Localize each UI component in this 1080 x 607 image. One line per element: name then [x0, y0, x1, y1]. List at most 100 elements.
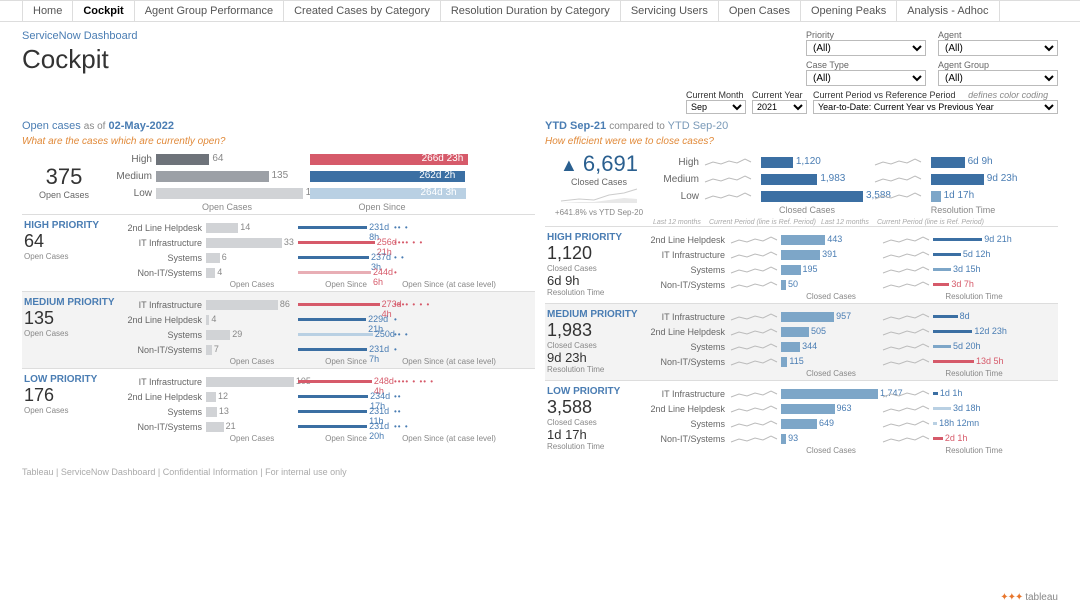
open-cases-panel: Open cases as of 02-May-2022 What are th…: [22, 116, 535, 457]
sparkline: [729, 279, 781, 291]
open-since-dots: • •: [394, 253, 405, 262]
tab-home[interactable]: Home: [22, 1, 73, 21]
sparkline: [881, 326, 933, 338]
sparkline: [881, 234, 933, 246]
period-reference[interactable]: Year-to-Date: Current Year vs Previous Y…: [813, 100, 1058, 114]
sparkline: [729, 311, 781, 323]
row-label: 2nd Line Helpdesk: [120, 392, 206, 402]
tab-created-cases-by-category[interactable]: Created Cases by Category: [284, 1, 441, 21]
open-since-dots: •• •: [394, 223, 409, 232]
block-kpi-label: Open Cases: [24, 252, 120, 261]
row-label: 2nd Line Helpdesk: [120, 223, 206, 233]
open-since-dots: •• •: [394, 330, 409, 339]
sparkline: [873, 173, 927, 185]
period-ref-note: defines color coding: [968, 90, 1048, 100]
block-kpi: 1,983: [547, 320, 643, 341]
row-label: IT Infrastructure: [120, 300, 206, 310]
row-label: 2nd Line Helpdesk: [120, 315, 206, 325]
tab-agent-group-performance[interactable]: Agent Group Performance: [135, 1, 284, 21]
open-since-dots: •••• • • •: [394, 300, 430, 309]
block-kpi2-label: Resolution Time: [547, 442, 643, 451]
open-since-dots: •: [394, 345, 398, 354]
closed-subtitle: How efficient were we to close cases?: [545, 136, 1058, 147]
row-label: Non-IT/Systems: [643, 280, 729, 290]
tab-opening-peaks[interactable]: Opening Peaks: [801, 1, 897, 21]
block-title: HIGH PRIORITY: [24, 220, 120, 231]
block-kpi-label: Closed Cases: [547, 341, 643, 350]
open-title-mid: as of: [84, 118, 106, 132]
sparkline: [729, 418, 781, 430]
block-kpi-label: Closed Cases: [547, 264, 643, 273]
summary-cat: High: [106, 154, 152, 165]
axis-note-l2: Last 12 months: [821, 219, 877, 226]
open-subtitle: What are the cases which are currently o…: [22, 136, 535, 147]
closed-delta-ref: vs YTD Sep-20: [589, 208, 643, 217]
tab-analysis-adhoc[interactable]: Analysis - Adhoc: [897, 1, 999, 21]
filter-priority[interactable]: (All): [806, 40, 926, 56]
row-label: Non-IT/Systems: [120, 345, 206, 355]
block-kpi2: 6d 9h: [547, 273, 643, 288]
sparkline: [729, 388, 781, 400]
tab-resolution-duration-by-category[interactable]: Resolution Duration by Category: [441, 1, 621, 21]
period-year[interactable]: 2021: [752, 100, 807, 114]
block-kpi: 135: [24, 308, 120, 329]
sparkline: [881, 279, 933, 291]
row-label: Systems: [120, 407, 206, 417]
closed-cases-panel: YTD Sep-21 compared to YTD Sep-20 How ef…: [545, 116, 1058, 457]
block-kpi-label: Open Cases: [24, 329, 120, 338]
filter-label-case-type: Case Type: [806, 60, 926, 70]
block-title: LOW PRIORITY: [547, 386, 643, 397]
sparkline: [703, 190, 757, 202]
tableau-logo: ✦✦✦ tableau: [1000, 592, 1058, 603]
open-title-prefix: Open cases: [22, 120, 81, 132]
filter-case-type[interactable]: (All): [806, 70, 926, 86]
header: ServiceNow Dashboard Cockpit Priority(Al…: [0, 22, 1080, 90]
row-label: Systems: [120, 330, 206, 340]
block-title: MEDIUM PRIORITY: [547, 309, 643, 320]
sparkline: [729, 356, 781, 368]
filter-agent-group[interactable]: (All): [938, 70, 1058, 86]
filter-label-agent-group: Agent Group: [938, 60, 1058, 70]
block-kpi2-label: Resolution Time: [547, 288, 643, 297]
open-title-date: 02-May-2022: [109, 120, 174, 132]
block-kpi: 1,120: [547, 243, 643, 264]
summary-cat: Medium: [653, 174, 699, 185]
row-label: Non-IT/Systems: [120, 422, 206, 432]
filter-label-agent: Agent: [938, 30, 1058, 40]
row-label: Systems: [120, 253, 206, 263]
row-label: 2nd Line Helpdesk: [643, 235, 729, 245]
summary-cat: Low: [653, 191, 699, 202]
sparkline: [703, 156, 757, 168]
block-kpi: 3,588: [547, 397, 643, 418]
sparkline: [881, 356, 933, 368]
tab-servicing-users[interactable]: Servicing Users: [621, 1, 719, 21]
sparkline: [729, 341, 781, 353]
open-since-dots: •: [394, 268, 398, 277]
sparkline: [881, 418, 933, 430]
filter-agent[interactable]: (All): [938, 40, 1058, 56]
row-label: Non-IT/Systems: [120, 268, 206, 278]
open-since-dots: ••: [394, 407, 402, 416]
filter-label-priority: Priority: [806, 30, 926, 40]
tab-cockpit[interactable]: Cockpit: [73, 1, 134, 21]
summary-cat: Low: [106, 188, 152, 199]
row-label: IT Infrastructure: [120, 377, 206, 387]
sparkline: [729, 433, 781, 445]
row-label: IT Infrastructure: [643, 312, 729, 322]
sparkline: [729, 264, 781, 276]
axis-note-m2: Current Period (line is Ref. Period): [877, 219, 984, 226]
period-month[interactable]: Sep: [686, 100, 746, 114]
open-since-dots: •: [394, 315, 398, 324]
closed-kpi-value: 6,691: [583, 151, 638, 176]
tab-open-cases[interactable]: Open Cases: [719, 1, 801, 21]
period-row: Current MonthSep Current Year2021 Curren…: [0, 90, 1080, 116]
sparkline: [703, 173, 757, 185]
block-kpi2: 1d 17h: [547, 427, 643, 442]
block-title: MEDIUM PRIORITY: [24, 297, 120, 308]
page-title: Cockpit: [22, 44, 138, 75]
sparkline: [881, 388, 933, 400]
block-kpi: 64: [24, 231, 120, 252]
closed-title-cmp: compared to: [609, 118, 665, 132]
row-label: IT Infrastructure: [120, 238, 206, 248]
sparkline: [881, 403, 933, 415]
